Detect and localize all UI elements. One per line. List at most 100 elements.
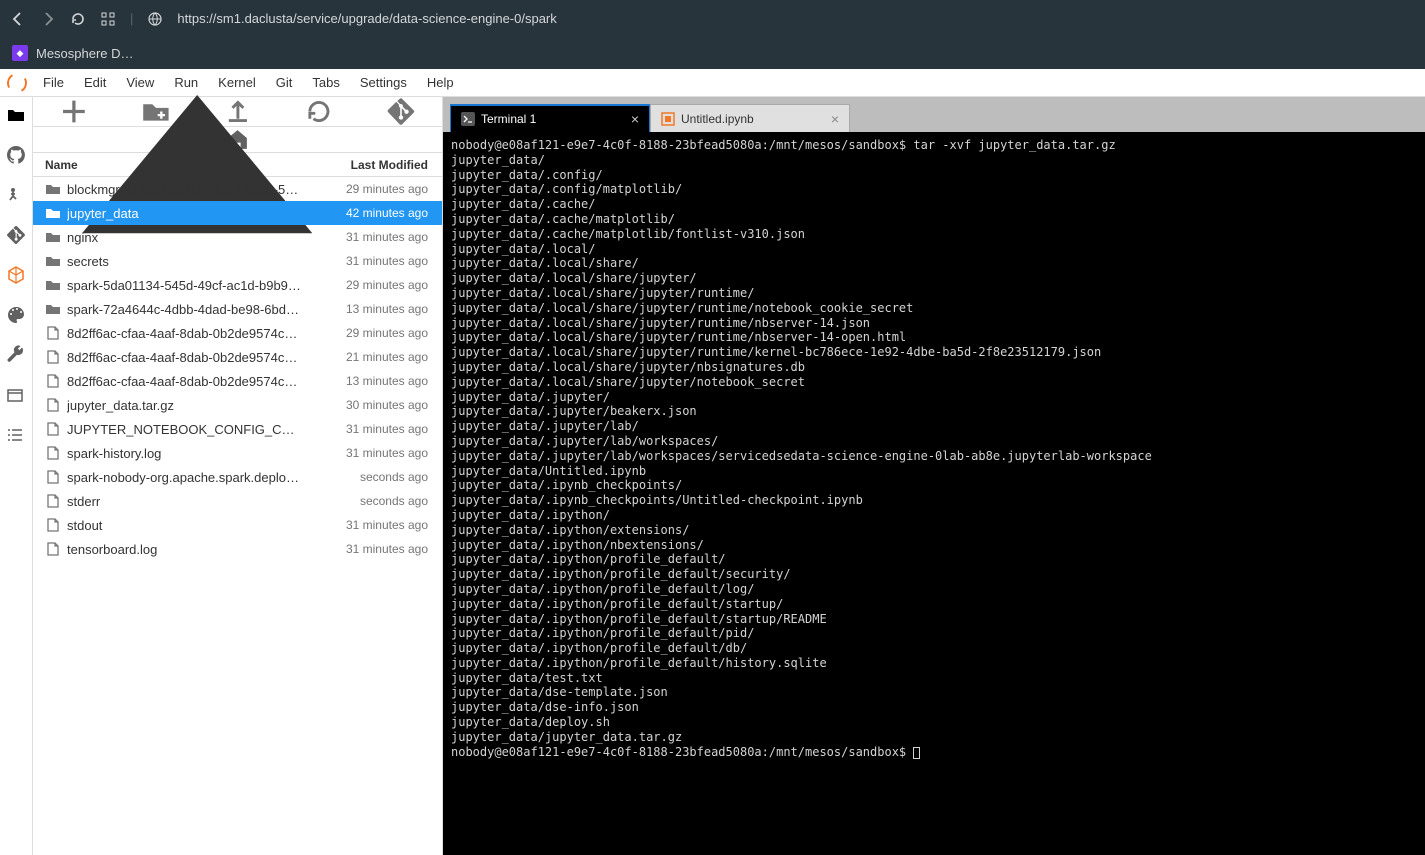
file-icon (45, 325, 61, 341)
file-row[interactable]: nginx31 minutes ago (33, 225, 442, 249)
reload-button[interactable] (70, 11, 86, 27)
terminal-output[interactable]: nobody@e08af121-e9e7-4c0f-8188-23bfead50… (443, 132, 1425, 855)
git-toolbar-icon[interactable] (360, 97, 442, 126)
file-row[interactable]: stdout31 minutes ago (33, 513, 442, 537)
file-name: spark-nobody-org.apache.spark.deploy.… (67, 470, 312, 485)
file-modified: 21 minutes ago (312, 350, 442, 364)
file-row[interactable]: jupyter_data42 minutes ago (33, 201, 442, 225)
file-modified: 31 minutes ago (312, 518, 442, 532)
globe-icon (147, 11, 163, 27)
file-modified: 13 minutes ago (312, 374, 442, 388)
file-name: nginx (67, 230, 312, 245)
file-modified: seconds ago (312, 470, 442, 484)
file-list-header: Name Last Modified (33, 153, 442, 177)
notebook-icon (661, 112, 675, 126)
file-name: 8d2ff6ac-cfaa-4aaf-8dab-0b2de9574c0a… (67, 374, 312, 389)
work-tab[interactable]: Terminal 1× (450, 104, 650, 132)
browser-toolbar: | https://sm1.daclusta/service/upgrade/d… (0, 0, 1425, 37)
file-modified: 31 minutes ago (312, 230, 442, 244)
main-area: Name Last Modified blockmgr-617d279e-f4f… (0, 97, 1425, 855)
file-icon (45, 397, 61, 413)
tensorboard-icon[interactable] (6, 265, 26, 285)
palette-icon[interactable] (6, 305, 26, 325)
tab-favicon-icon: ◆ (12, 45, 28, 61)
file-modified: 13 minutes ago (312, 302, 442, 316)
close-icon[interactable]: × (631, 111, 639, 127)
toolbar-divider: | (130, 11, 133, 26)
browser-chrome: | https://sm1.daclusta/service/upgrade/d… (0, 0, 1425, 69)
forward-button[interactable] (40, 11, 56, 27)
menu-settings[interactable]: Settings (350, 69, 417, 97)
file-list: blockmgr-617d279e-f4f2-45c7-bb36-5cf… 29 … (33, 177, 442, 855)
wrench-icon[interactable] (6, 345, 26, 365)
github-icon[interactable] (6, 145, 26, 165)
terminal-cursor (913, 747, 920, 759)
file-icon (45, 541, 61, 557)
file-name: secrets (67, 254, 312, 269)
file-name: 8d2ff6ac-cfaa-4aaf-8dab-0b2de9574c0a… (67, 326, 312, 341)
folder-icon (45, 205, 61, 221)
menu-help[interactable]: Help (417, 69, 464, 97)
file-modified: 42 minutes ago (312, 206, 442, 220)
col-modified-header[interactable]: Last Modified (312, 158, 442, 172)
menu-edit[interactable]: Edit (74, 69, 116, 97)
list-icon[interactable] (6, 425, 26, 445)
file-name: JUPYTER_NOTEBOOK_CONFIG_CO… (67, 422, 312, 437)
jupyter-logo-icon[interactable] (0, 73, 33, 93)
menu-view[interactable]: View (116, 69, 164, 97)
file-row[interactable]: blockmgr-617d279e-f4f2-45c7-bb36-5cf…29 … (33, 177, 442, 201)
file-row[interactable]: 8d2ff6ac-cfaa-4aaf-8dab-0b2de9574c0a…13 … (33, 369, 442, 393)
file-browser: Name Last Modified blockmgr-617d279e-f4f… (33, 97, 443, 855)
file-name: blockmgr-617d279e-f4f2-45c7-bb36-5cf… (67, 182, 312, 197)
file-row[interactable]: spark-72a4644c-4dbb-4dad-be98-6bd5…13 mi… (33, 297, 442, 321)
menu-tabs[interactable]: Tabs (302, 69, 349, 97)
file-row[interactable]: tensorboard.log31 minutes ago (33, 537, 442, 561)
file-row[interactable]: spark-5da01134-545d-49cf-ac1d-b9b98…29 m… (33, 273, 442, 297)
file-name: jupyter_data.tar.gz (67, 398, 312, 413)
activity-bar (0, 97, 33, 855)
work-tab[interactable]: Untitled.ipynb × (650, 104, 850, 132)
file-modified: seconds ago (312, 494, 442, 508)
file-name: stderr (67, 494, 312, 509)
file-name: tensorboard.log (67, 542, 312, 557)
file-modified: 29 minutes ago (312, 278, 442, 292)
menu-git[interactable]: Git (266, 69, 303, 97)
file-modified: 31 minutes ago (312, 422, 442, 436)
tab-title: Mesosphere D… (36, 46, 134, 61)
file-icon (45, 421, 61, 437)
tab-label: Untitled.ipynb (681, 112, 754, 126)
file-row[interactable]: spark-history.log31 minutes ago (33, 441, 442, 465)
folder-icon (45, 229, 61, 245)
menu-kernel[interactable]: Kernel (208, 69, 266, 97)
file-row[interactable]: 8d2ff6ac-cfaa-4aaf-8dab-0b2de9574c0a…29 … (33, 321, 442, 345)
terminal-icon (461, 112, 475, 126)
work-area: Terminal 1× Untitled.ipynb × nobody@e08af1… (443, 97, 1425, 855)
file-icon (45, 493, 61, 509)
folder-icon[interactable] (6, 105, 26, 125)
tab-bar: Terminal 1× Untitled.ipynb × (443, 104, 1425, 132)
git-icon[interactable] (6, 225, 26, 245)
back-button[interactable] (10, 11, 26, 27)
file-row[interactable]: JUPYTER_NOTEBOOK_CONFIG_CO…31 minutes ag… (33, 417, 442, 441)
file-icon (45, 349, 61, 365)
menu-file[interactable]: File (33, 69, 74, 97)
menubar: FileEditViewRunKernelGitTabsSettingsHelp (0, 69, 1425, 97)
url-bar[interactable]: https://sm1.daclusta/service/upgrade/dat… (177, 11, 556, 26)
running-icon[interactable] (6, 185, 26, 205)
folder-icon (45, 301, 61, 317)
folder-icon (45, 277, 61, 293)
file-row[interactable]: stderrseconds ago (33, 489, 442, 513)
file-icon (45, 373, 61, 389)
browser-tab[interactable]: ◆ Mesosphere D… (0, 37, 1425, 69)
file-name: jupyter_data (67, 206, 312, 221)
file-row[interactable]: 8d2ff6ac-cfaa-4aaf-8dab-0b2de9574c0a…21 … (33, 345, 442, 369)
close-icon[interactable]: × (831, 111, 839, 127)
file-row[interactable]: spark-nobody-org.apache.spark.deploy.…se… (33, 465, 442, 489)
file-modified: 30 minutes ago (312, 398, 442, 412)
file-modified: 31 minutes ago (312, 254, 442, 268)
file-row[interactable]: jupyter_data.tar.gz30 minutes ago (33, 393, 442, 417)
file-row[interactable]: secrets31 minutes ago (33, 249, 442, 273)
menu-run[interactable]: Run (164, 69, 208, 97)
apps-icon[interactable] (100, 11, 116, 27)
tabs-icon[interactable] (6, 385, 26, 405)
